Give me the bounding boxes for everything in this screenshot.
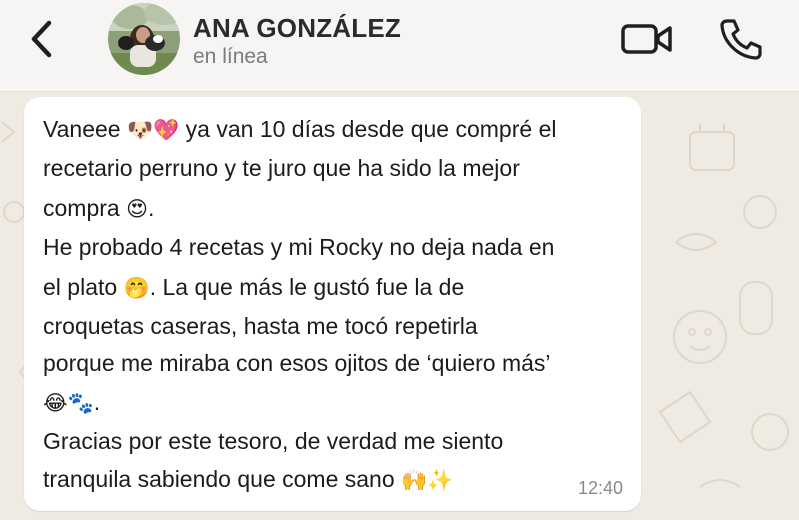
message-line: 😂🐾. [43, 387, 100, 418]
video-call-button[interactable] [620, 20, 674, 58]
message-text: Vaneee [43, 116, 121, 142]
message-text: . La que más le gustó fue la de [149, 274, 465, 300]
message-line: el plato 🤭. La que más le gustó fue la d… [43, 272, 464, 303]
phone-icon [720, 19, 762, 60]
voice-call-button[interactable] [716, 14, 764, 62]
message-text: recetario perruno y te juro que ha sido … [43, 155, 520, 181]
contact-name[interactable]: ANA GONZÁLEZ [193, 13, 401, 44]
message-text: tranquila sabiendo que come sano [43, 466, 395, 492]
message-timestamp: 12:40 [578, 478, 624, 498]
back-button[interactable] [22, 16, 62, 62]
message-text: el plato [43, 274, 118, 300]
message-text: . [148, 195, 155, 221]
hand-over-mouth-emoji: 🤭 [123, 276, 150, 300]
message-text: compra [43, 195, 120, 221]
contact-status: en línea [193, 45, 268, 68]
message-text: He probado 4 recetas y mi Rocky no deja … [43, 234, 555, 260]
message-line: Gracias por este tesoro, de verdad me si… [43, 426, 503, 456]
message-line: Vaneee 🐶💖 ya van 10 días desde que compr… [43, 114, 556, 145]
message-line: porque me miraba con esos ojitos de ‘qui… [43, 348, 551, 378]
chevron-left-icon [31, 20, 52, 58]
avatar-photo [108, 3, 180, 75]
message-text: Gracias por este tesoro, de verdad me si… [43, 428, 504, 454]
message-text: ya van 10 días desde que compré el [185, 116, 557, 142]
message-line: compra 😍. [43, 193, 154, 224]
message-line: croquetas caseras, hasta me tocó repetir… [43, 311, 478, 341]
message-line: tranquila sabiendo que come sano 🙌✨ [43, 464, 453, 495]
message-line: He probado 4 recetas y mi Rocky no deja … [43, 232, 554, 262]
message-line: recetario perruno y te juro que ha sido … [43, 153, 520, 183]
avatar[interactable] [108, 3, 180, 75]
laughing-paws-emoji: 😂🐾 [43, 391, 94, 415]
chat-header: ANA GONZÁLEZ en línea [0, 0, 799, 92]
message-text: . [93, 389, 101, 415]
heart-eyes-emoji: 😍 [126, 197, 148, 221]
message-text: croquetas caseras, hasta me tocó repetir… [43, 313, 478, 339]
message-text: porque me miraba con esos ojitos de ‘qui… [43, 350, 551, 376]
dog-heart-emoji: 🐶💖 [126, 118, 180, 142]
raised-hands-sparkles-emoji: 🙌✨ [401, 468, 454, 492]
video-camera-icon [621, 24, 672, 54]
